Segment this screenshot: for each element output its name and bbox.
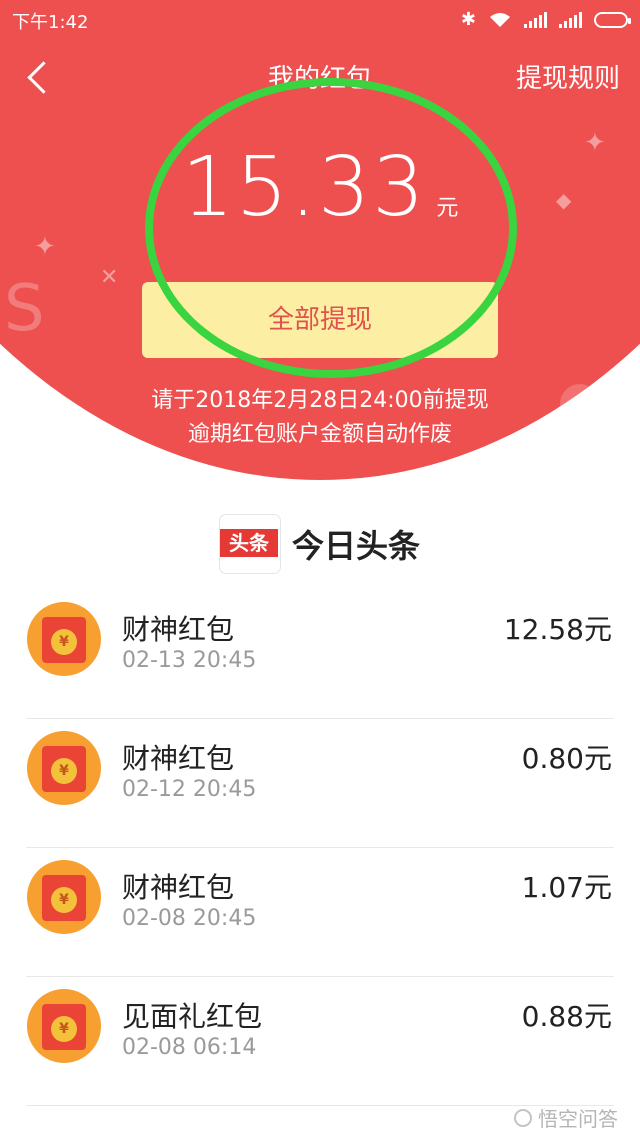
sparkle-decoration-icon: ✦ bbox=[34, 232, 56, 262]
item-amount: 0.88元 bbox=[521, 1000, 612, 1033]
watermark: 悟空问答 bbox=[514, 1103, 618, 1132]
item-amount: 0.80元 bbox=[521, 742, 612, 775]
battery-icon bbox=[594, 11, 631, 28]
item-time: 02-12 20:45 bbox=[122, 777, 257, 802]
item-amount: 1.07元 bbox=[521, 871, 612, 904]
expiry-note: 逾期红包账户金额自动作废 bbox=[187, 422, 452, 447]
item-title: 财神红包 bbox=[122, 613, 235, 646]
logo-tag: 头条 bbox=[220, 529, 278, 557]
watermark-text: 悟空问答 bbox=[538, 1107, 618, 1131]
deadline-note: 请于2018年2月28日24:00前提现 bbox=[151, 388, 489, 413]
list-item[interactable]: ¥ 财神红包 02-13 20:45 12.58元 bbox=[0, 590, 640, 719]
item-time: 02-08 06:14 bbox=[122, 1035, 257, 1060]
list-item[interactable]: ¥ 财神红包 02-12 20:45 0.80元 bbox=[0, 719, 640, 848]
s-shape-decoration-icon: S bbox=[4, 272, 45, 346]
list-item[interactable]: ¥ 财神红包 02-08 20:45 1.07元 bbox=[0, 848, 640, 977]
item-time: 02-08 20:45 bbox=[122, 906, 257, 931]
list-item[interactable]: ¥ 见面礼红包 02-08 06:14 0.88元 bbox=[0, 977, 640, 1106]
cross-decoration-icon: ✕ bbox=[100, 265, 119, 290]
status-time: 下午1:42 bbox=[12, 12, 89, 33]
red-packet-icon: ¥ bbox=[27, 731, 101, 805]
red-packet-list: ¥ 财神红包 02-13 20:45 12.58元 ¥ 财神红包 02-12 2… bbox=[0, 590, 640, 1106]
withdraw-rules-link[interactable]: 提现规则 bbox=[516, 58, 620, 95]
red-packet-icon: ¥ bbox=[27, 860, 101, 934]
brand-header: 头条 今日头条 bbox=[220, 515, 420, 573]
item-title: 财神红包 bbox=[122, 742, 235, 775]
wukong-icon bbox=[514, 1108, 532, 1127]
wifi-icon bbox=[488, 12, 512, 28]
item-time: 02-13 20:45 bbox=[122, 648, 257, 673]
red-packet-icon: ¥ bbox=[27, 989, 101, 1063]
status-bar: 下午1:42 ✱ bbox=[0, 0, 640, 38]
signal-icon bbox=[524, 11, 547, 28]
bluetooth-icon: ✱ bbox=[460, 9, 476, 30]
signal-icon bbox=[559, 11, 582, 28]
item-title: 见面礼红包 bbox=[122, 1000, 263, 1033]
annotation-circle bbox=[145, 78, 517, 378]
item-amount: 12.58元 bbox=[503, 613, 612, 646]
toutiao-logo: 头条 bbox=[220, 515, 280, 573]
item-title: 财神红包 bbox=[122, 871, 235, 904]
red-packet-icon: ¥ bbox=[27, 602, 101, 676]
brand-name: 今日头条 bbox=[292, 527, 421, 565]
